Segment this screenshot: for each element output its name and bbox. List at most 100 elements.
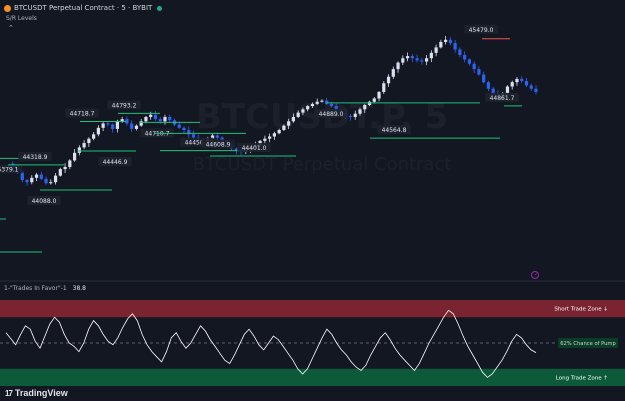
candle-body <box>158 119 162 122</box>
candle-body <box>320 100 324 102</box>
candle-body <box>524 81 529 86</box>
chevron-up-icon[interactable]: ⌃ <box>8 24 14 32</box>
oscillator-name: 1-"Trades In Favor"-1 <box>4 285 67 292</box>
symbol-title[interactable]: BTCUSDT Perpetual Contract · 5 · BYBIT <box>14 4 152 12</box>
long-zone-label: Long Trade Zone ↑ <box>556 374 608 381</box>
candle-body <box>415 58 419 61</box>
candle-body <box>386 76 391 84</box>
candle-body <box>515 78 519 83</box>
oscillator-pane: Short Trade Zone ↓ Long Trade Zone ↑ 62% C… <box>0 300 625 386</box>
candle-body <box>377 91 381 99</box>
candle-body <box>191 134 196 138</box>
candle-body <box>405 56 410 59</box>
candle-body <box>263 138 267 141</box>
sr-level-label: 44401.0 <box>242 145 267 152</box>
candle-body <box>68 160 72 167</box>
candle-body <box>448 39 452 44</box>
oscillator-legend[interactable]: 1-"Trades In Favor"-1 38.8 <box>4 285 86 292</box>
candle-body <box>296 112 300 117</box>
candle-body <box>382 83 386 92</box>
indicator-label[interactable]: S/R Levels <box>6 15 37 22</box>
tradingview-logo-icon: 17 <box>5 388 13 398</box>
sr-level-label: 45479.0 <box>469 27 494 34</box>
candle-body <box>453 43 457 50</box>
candle-body <box>477 69 481 75</box>
candle-body <box>20 172 24 180</box>
candle-body <box>82 143 86 148</box>
candle-body <box>434 47 438 53</box>
candle-body <box>458 49 462 55</box>
bitcoin-icon <box>4 4 11 12</box>
sr-levels: 5379.1 44318.9 44088.0 44718.7 44446.9 44793.… <box>0 24 522 253</box>
candle-body <box>34 174 39 178</box>
candle-body <box>130 123 134 129</box>
candle-body <box>92 134 96 139</box>
sr-level-label: 44088.0 <box>32 198 57 205</box>
misc-markers <box>0 271 625 282</box>
candle-body <box>353 113 357 117</box>
candle-body <box>53 175 58 183</box>
candle-body <box>396 62 400 70</box>
candle-body <box>472 63 476 70</box>
sr-level-label: 44564.8 <box>382 127 407 134</box>
candle-body <box>111 124 115 129</box>
candle-body <box>463 55 467 60</box>
candle-body <box>72 152 77 161</box>
candle-body <box>424 58 429 62</box>
candle-body <box>168 116 172 121</box>
candle-body <box>520 78 524 82</box>
candle-body <box>306 106 310 110</box>
candle-body <box>429 52 433 59</box>
candle-body <box>134 125 139 129</box>
candle-body <box>39 174 43 179</box>
candle-body <box>287 121 291 126</box>
candle-body <box>163 116 167 122</box>
candle-body <box>77 147 81 153</box>
watermark-description: BTCUSDT Perpetual Contract <box>193 154 452 175</box>
oscillator-value: 38.8 <box>72 285 86 292</box>
candle-body <box>272 133 276 137</box>
candle-body <box>96 127 100 135</box>
candle-body <box>30 177 34 183</box>
chart-canvas[interactable]: BTCUSDT.P, 5 BTCUSDT Perpetual Contract … <box>0 0 625 401</box>
market-open-icon <box>157 5 163 11</box>
sr-level-label: 44446.9 <box>103 159 128 166</box>
candle-body <box>363 105 367 110</box>
candle-body <box>310 103 315 107</box>
candle-body <box>44 178 48 184</box>
candle-body <box>534 88 538 92</box>
candle-body <box>529 85 533 89</box>
short-trade-zone <box>0 300 625 318</box>
candle-body <box>282 125 286 130</box>
candle-body <box>358 109 362 114</box>
candle-body <box>144 116 148 122</box>
candle-body <box>177 124 181 128</box>
candle-body <box>401 58 405 63</box>
candle-body <box>301 109 305 113</box>
tradingview-brand: 17 TradingView <box>5 387 68 399</box>
long-trade-zone <box>0 368 625 386</box>
candle-body <box>149 114 153 117</box>
sr-level-label: 44861.7 <box>490 95 515 102</box>
candle-body <box>215 135 219 138</box>
candle-body <box>87 138 91 144</box>
candle-body <box>49 182 53 184</box>
short-zone-label: Short Trade Zone ↓ <box>554 306 608 313</box>
oscillator-line <box>5 309 537 378</box>
candle-body <box>467 59 472 64</box>
chart-header[interactable]: BTCUSDT Perpetual Contract · 5 · BYBIT <box>4 2 163 14</box>
sr-level-label: 44889.0 <box>319 111 344 118</box>
candle-body <box>444 39 448 42</box>
candle-body <box>58 169 62 176</box>
candle-body <box>505 86 510 94</box>
candle-body <box>268 136 272 139</box>
sr-level-label: 5379.1 <box>0 166 19 173</box>
candle-body <box>482 74 486 83</box>
candle-body <box>348 115 353 117</box>
candle-body <box>291 116 296 122</box>
candle-body <box>510 82 514 87</box>
sr-level-label: 44608.9 <box>206 141 231 148</box>
candle-body <box>106 123 110 125</box>
sr-level-label: 44718.7 <box>70 110 95 117</box>
candle-body <box>25 180 29 183</box>
